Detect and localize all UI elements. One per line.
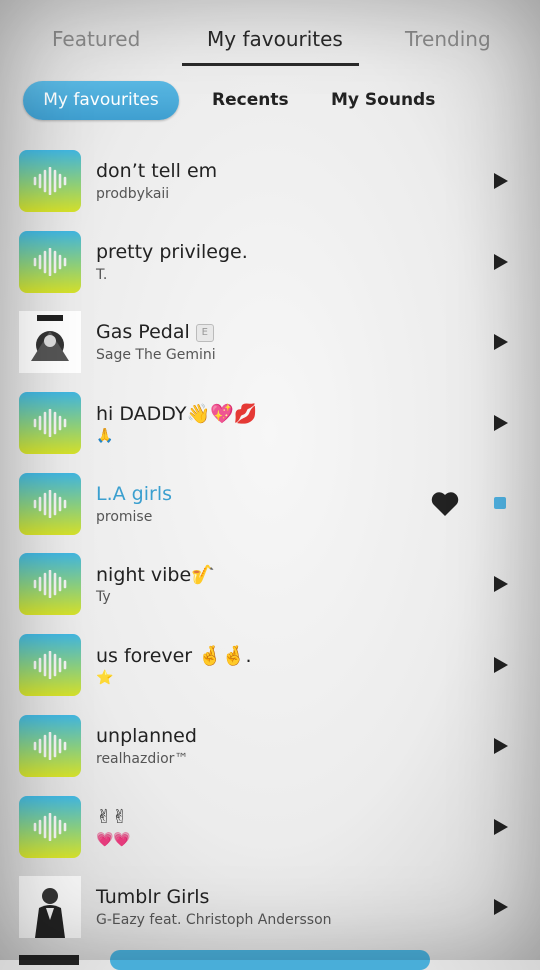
stop-icon[interactable] [494, 496, 506, 509]
album-art [19, 876, 81, 939]
tab-my-favourites[interactable]: My favourites [207, 27, 343, 51]
top-tab-bar: Featured My favourites Trending [0, 0, 540, 66]
song-artist: promise [96, 508, 153, 525]
song-artist: 💗💗 [96, 831, 131, 848]
bottom-thumb-partial [19, 955, 79, 965]
segment-my-favourites-label: My favourites [43, 90, 159, 110]
active-tab-indicator [182, 63, 359, 66]
song-artist: T. [96, 266, 108, 283]
play-icon[interactable] [494, 657, 508, 674]
list-item[interactable]: L.A girls promise [0, 463, 540, 544]
song-title: don’t tell em [96, 160, 218, 182]
song-title: Tumblr Girls [96, 886, 210, 909]
song-artist: 🙏 [96, 428, 114, 445]
play-icon[interactable] [494, 334, 508, 351]
sound-wave-icon [19, 230, 81, 293]
list-item[interactable]: night vibe🎷 Ty [0, 543, 540, 624]
segment-my-sounds[interactable]: My Sounds [331, 90, 435, 110]
segment-my-favourites[interactable]: My favourites [23, 81, 179, 120]
song-title: Gas Pedal E [96, 321, 214, 343]
list-item[interactable]: unplanned realhazdior™ [0, 705, 540, 786]
tab-featured[interactable]: Featured [52, 27, 140, 51]
tab-trending[interactable]: Trending [405, 27, 491, 51]
list-item[interactable]: don’t tell em prodbykaii [0, 140, 540, 221]
song-artist: G-Eazy feat. Christoph Andersson [96, 912, 332, 929]
segment-recents[interactable]: Recents [212, 90, 289, 110]
play-icon[interactable] [494, 415, 508, 432]
play-icon[interactable] [494, 737, 508, 754]
explicit-badge: E [195, 324, 214, 343]
song-artist: prodbykaii [96, 186, 170, 202]
song-title: us forever 🤞🤞. [96, 645, 252, 668]
song-title: night vibe🎷 [96, 564, 215, 587]
play-icon[interactable] [494, 253, 508, 270]
list-item[interactable]: hi DADDY👋💖💋 🙏 [0, 382, 540, 463]
sound-wave-icon [19, 553, 81, 616]
song-artist: Ty [96, 589, 111, 606]
song-title: L.A girls [96, 482, 172, 505]
song-title: unplanned [96, 724, 197, 747]
heart-icon[interactable] [431, 491, 459, 521]
play-icon[interactable] [494, 818, 508, 835]
song-artist: realhazdior™ [96, 750, 189, 767]
song-title: ✌✌ [96, 805, 128, 828]
song-list: don’t tell em prodbykaii pretty privilege.… [0, 140, 540, 947]
list-item[interactable]: Gas Pedal E Sage The Gemini [0, 301, 540, 382]
play-icon[interactable] [494, 899, 508, 916]
sound-wave-icon [19, 634, 81, 697]
play-icon[interactable] [494, 576, 508, 593]
song-artist: Sage The Gemini [96, 347, 216, 364]
song-artist: ⭐ [96, 670, 114, 687]
list-item[interactable]: us forever 🤞🤞. ⭐ [0, 624, 540, 705]
sound-wave-icon [19, 714, 81, 777]
play-icon[interactable] [494, 173, 508, 189]
song-title: pretty privilege. [96, 240, 248, 263]
bottom-action-button[interactable] [110, 950, 430, 970]
list-item[interactable]: pretty privilege. T. [0, 221, 540, 302]
list-item[interactable]: ✌✌ 💗💗 [0, 786, 540, 867]
song-title: hi DADDY👋💖💋 [96, 403, 258, 426]
sound-wave-icon [19, 150, 81, 212]
sound-wave-icon [19, 795, 81, 858]
sound-wave-icon [19, 392, 81, 455]
album-art [19, 311, 81, 374]
sound-wave-icon [19, 472, 81, 535]
list-item[interactable]: Tumblr Girls G-Eazy feat. Christoph Ander… [0, 866, 540, 947]
